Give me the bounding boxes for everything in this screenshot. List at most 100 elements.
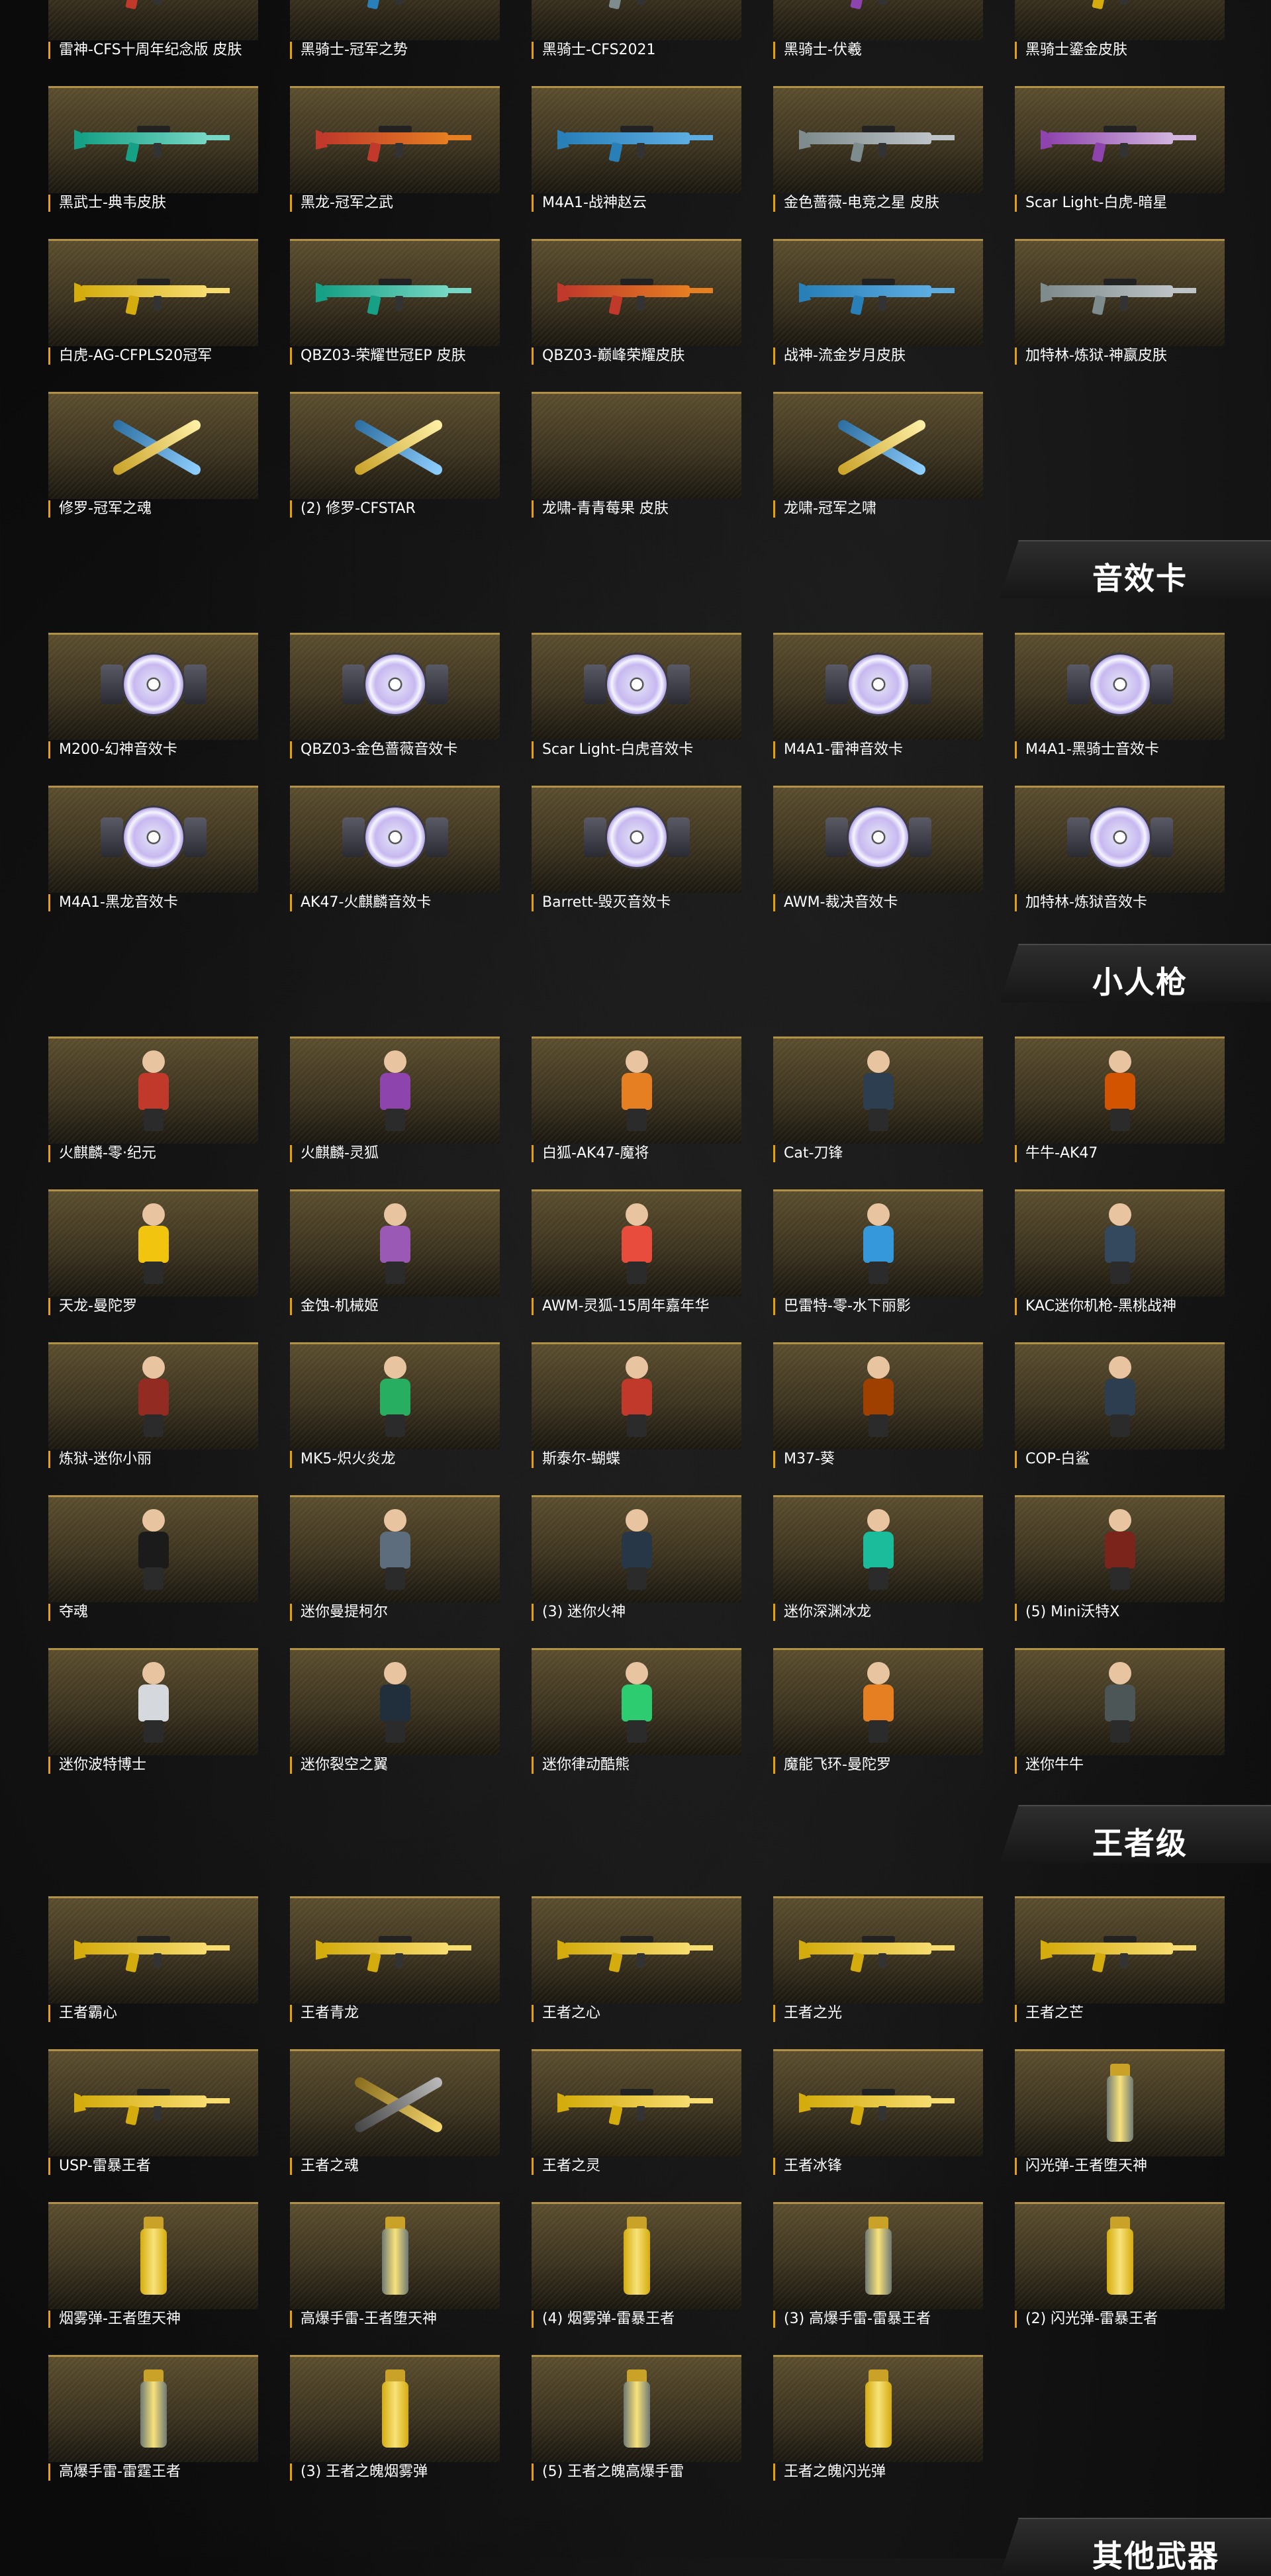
item-thumbnail[interactable]: [532, 86, 741, 193]
item-thumbnail[interactable]: [290, 633, 500, 740]
item-thumbnail[interactable]: [1015, 786, 1225, 893]
mini-figure-card[interactable]: 炼狱-迷你小丽: [48, 1342, 258, 1469]
weapon-skin-card[interactable]: 白虎-AG-CFPLS20冠军: [48, 239, 258, 366]
weapon-skin-card[interactable]: 黑骑士-冠军之势: [290, 0, 500, 60]
item-thumbnail[interactable]: [773, 392, 983, 499]
sound-card-card[interactable]: Scar Light-白虎音效卡: [532, 633, 741, 760]
king-weapon-card[interactable]: 高爆手雷-雷霆王者: [48, 2355, 258, 2482]
item-thumbnail[interactable]: [48, 786, 258, 893]
item-thumbnail[interactable]: [48, 1189, 258, 1297]
mini-figure-card[interactable]: 火麒麟-零·纪元: [48, 1036, 258, 1164]
item-thumbnail[interactable]: [290, 2355, 500, 2462]
weapon-skin-card[interactable]: 黑骑士-CFS2021: [532, 0, 741, 60]
item-thumbnail[interactable]: [532, 0, 741, 40]
king-weapon-card[interactable]: (4) 烟雾弹-雷暴王者: [532, 2202, 741, 2329]
weapon-skin-card[interactable]: 金色蔷薇-电竞之星 皮肤: [773, 86, 983, 213]
weapon-skin-card[interactable]: QBZ03-巅峰荣耀皮肤: [532, 239, 741, 366]
weapon-skin-card[interactable]: 雷神-CFS十周年纪念版 皮肤: [48, 0, 258, 60]
king-weapon-card[interactable]: (5) 王者之魄高爆手雷: [532, 2355, 741, 2482]
mini-figure-card[interactable]: MK5-炽火炎龙: [290, 1342, 500, 1469]
item-thumbnail[interactable]: [1015, 1342, 1225, 1449]
sound-card-card[interactable]: M4A1-黑龙音效卡: [48, 786, 258, 913]
king-weapon-card[interactable]: 王者之魄闪光弹: [773, 2355, 983, 2482]
king-weapon-card[interactable]: 王者之魂: [290, 2049, 500, 2176]
king-weapon-card[interactable]: 王者霸心: [48, 1896, 258, 2023]
mini-figure-card[interactable]: 魔能飞环-曼陀罗: [773, 1648, 983, 1775]
item-thumbnail[interactable]: [1015, 0, 1225, 40]
sound-card-card[interactable]: 加特林-炼狱音效卡: [1015, 786, 1225, 913]
item-thumbnail[interactable]: [48, 0, 258, 40]
item-thumbnail[interactable]: [773, 1189, 983, 1297]
item-thumbnail[interactable]: [290, 1648, 500, 1755]
mini-figure-card[interactable]: 白狐-AK47-魔将: [532, 1036, 741, 1164]
item-thumbnail[interactable]: [48, 1896, 258, 2003]
mini-figure-card[interactable]: 巴雷特-零-水下丽影: [773, 1189, 983, 1316]
item-thumbnail[interactable]: [1015, 1896, 1225, 2003]
sound-card-card[interactable]: Barrett-毁灭音效卡: [532, 786, 741, 913]
mini-figure-card[interactable]: KAC迷你机枪-黑桃战神: [1015, 1189, 1225, 1316]
mini-figure-card[interactable]: 天龙-曼陀罗: [48, 1189, 258, 1316]
item-thumbnail[interactable]: [532, 1896, 741, 2003]
item-thumbnail[interactable]: [773, 786, 983, 893]
king-weapon-card[interactable]: 王者之光: [773, 1896, 983, 2023]
sound-card-card[interactable]: M200-幻神音效卡: [48, 633, 258, 760]
weapon-skin-card[interactable]: 黑骑士-伏羲: [773, 0, 983, 60]
king-weapon-card[interactable]: 王者青龙: [290, 1896, 500, 2023]
weapon-skin-card[interactable]: Scar Light-白虎-暗星: [1015, 86, 1225, 213]
mini-figure-card[interactable]: 斯泰尔-蝴蝶: [532, 1342, 741, 1469]
item-thumbnail[interactable]: [773, 0, 983, 40]
sound-card-card[interactable]: M4A1-雷神音效卡: [773, 633, 983, 760]
item-thumbnail[interactable]: [773, 2355, 983, 2462]
mini-figure-card[interactable]: 迷你曼提柯尔: [290, 1495, 500, 1622]
item-thumbnail[interactable]: [532, 1036, 741, 1144]
item-thumbnail[interactable]: [48, 2049, 258, 2156]
mini-figure-card[interactable]: (3) 迷你火神: [532, 1495, 741, 1622]
mini-figure-card[interactable]: 金蚀-机械姬: [290, 1189, 500, 1316]
item-thumbnail[interactable]: [773, 633, 983, 740]
king-weapon-card[interactable]: (3) 王者之魄烟雾弹: [290, 2355, 500, 2482]
item-thumbnail[interactable]: [1015, 1189, 1225, 1297]
item-thumbnail[interactable]: [290, 1036, 500, 1144]
item-thumbnail[interactable]: [290, 1342, 500, 1449]
item-thumbnail[interactable]: [773, 1495, 983, 1602]
item-thumbnail[interactable]: [48, 1036, 258, 1144]
item-thumbnail[interactable]: [532, 633, 741, 740]
mini-figure-card[interactable]: (5) Mini沃特X: [1015, 1495, 1225, 1622]
item-thumbnail[interactable]: [773, 239, 983, 346]
item-thumbnail[interactable]: [1015, 633, 1225, 740]
weapon-skin-card[interactable]: 龙啸-青青莓果 皮肤: [532, 392, 741, 519]
king-weapon-card[interactable]: 王者之灵: [532, 2049, 741, 2176]
mini-figure-card[interactable]: 火麒麟-灵狐: [290, 1036, 500, 1164]
weapon-skin-card[interactable]: 黑龙-冠军之武: [290, 86, 500, 213]
item-thumbnail[interactable]: [773, 86, 983, 193]
king-weapon-card[interactable]: (3) 高爆手雷-雷暴王者: [773, 2202, 983, 2329]
king-weapon-card[interactable]: (2) 闪光弹-雷暴王者: [1015, 2202, 1225, 2329]
item-thumbnail[interactable]: [290, 1896, 500, 2003]
weapon-skin-card[interactable]: 黑武士-典韦皮肤: [48, 86, 258, 213]
sound-card-card[interactable]: QBZ03-金色蔷薇音效卡: [290, 633, 500, 760]
item-thumbnail[interactable]: [532, 1495, 741, 1602]
sound-card-card[interactable]: AK47-火麒麟音效卡: [290, 786, 500, 913]
item-thumbnail[interactable]: [290, 392, 500, 499]
mini-figure-card[interactable]: COP-白鲨: [1015, 1342, 1225, 1469]
item-thumbnail[interactable]: [48, 239, 258, 346]
weapon-skin-card[interactable]: 黑骑士鎏金皮肤: [1015, 0, 1225, 60]
weapon-skin-card[interactable]: 修罗-冠军之魂: [48, 392, 258, 519]
item-thumbnail[interactable]: [1015, 1036, 1225, 1144]
king-weapon-card[interactable]: 王者之心: [532, 1896, 741, 2023]
king-weapon-card[interactable]: 烟雾弹-王者堕天神: [48, 2202, 258, 2329]
item-thumbnail[interactable]: [532, 1189, 741, 1297]
king-weapon-card[interactable]: USP-雷暴王者: [48, 2049, 258, 2176]
item-thumbnail[interactable]: [1015, 2202, 1225, 2309]
item-thumbnail[interactable]: [532, 2355, 741, 2462]
king-weapon-card[interactable]: 王者之芒: [1015, 1896, 1225, 2023]
item-thumbnail[interactable]: [48, 1342, 258, 1449]
item-thumbnail[interactable]: [773, 1036, 983, 1144]
item-thumbnail[interactable]: [290, 1495, 500, 1602]
item-thumbnail[interactable]: [48, 392, 258, 499]
item-thumbnail[interactable]: [48, 2355, 258, 2462]
item-thumbnail[interactable]: [1015, 2049, 1225, 2156]
king-weapon-card[interactable]: 高爆手雷-王者堕天神: [290, 2202, 500, 2329]
item-thumbnail[interactable]: [532, 786, 741, 893]
item-thumbnail[interactable]: [1015, 239, 1225, 346]
